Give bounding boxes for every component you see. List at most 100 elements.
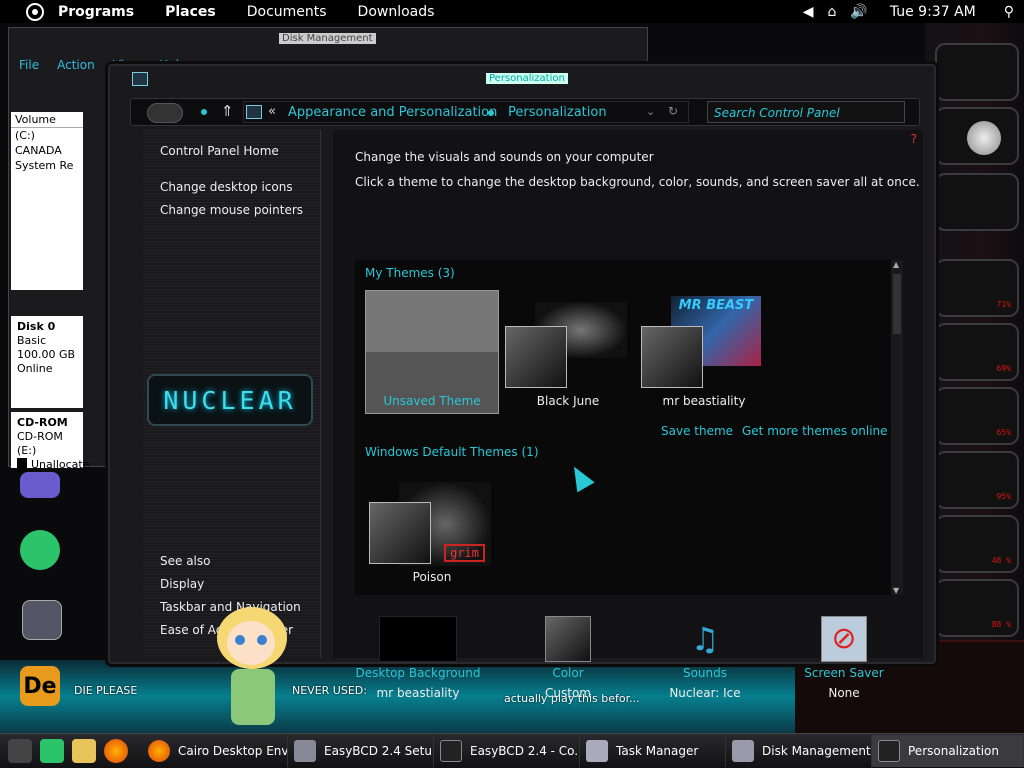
my-themes-heading[interactable]: My Themes (3) [365, 266, 455, 280]
menu-file[interactable]: File [19, 58, 39, 72]
theme-unsaved[interactable]: Unsaved Theme [365, 290, 499, 414]
vertical-scrollbar[interactable]: ▲ ▼ [891, 260, 903, 595]
color-tile[interactable]: Color Custom [503, 616, 633, 700]
desktop-widget-panel: 71% 69% 65% 95% 48 % 88 % [925, 23, 1024, 733]
theme-black-june[interactable]: Black June [501, 290, 635, 414]
breadcrumb[interactable]: « Appearance and Personalization Persona… [243, 101, 689, 123]
save-theme-link[interactable]: Save theme [661, 424, 733, 438]
breadcrumb-overflow[interactable]: « [268, 104, 276, 119]
network-icon[interactable]: ⌂ [827, 4, 836, 20]
window-title: Disk Management [279, 33, 376, 44]
control-panel-home-link[interactable]: Control Panel Home [160, 144, 279, 158]
breadcrumb-personalization[interactable]: Personalization [508, 105, 607, 120]
sounds-icon: ♫ [690, 620, 720, 658]
de-app-icon[interactable]: De [20, 666, 60, 706]
start-icon[interactable] [8, 739, 32, 763]
task-manager-icon [586, 740, 608, 762]
menu-action[interactable]: Action [57, 58, 95, 72]
personalization-window: Personalization ⇑ « Appearance and Perso… [108, 64, 936, 700]
widget-slot [935, 43, 1019, 101]
breadcrumb-separator-icon [488, 110, 494, 116]
tile-value: mr beastiality [376, 686, 460, 700]
screen-saver-tile[interactable]: ⊘ Screen Saver None [779, 616, 909, 700]
scroll-up-icon[interactable]: ▲ [893, 260, 899, 269]
clock[interactable]: Tue 9:37 AM [890, 4, 976, 20]
widget-readout: 71% [996, 300, 1011, 309]
chevron-down-icon[interactable]: ⌄ [646, 105, 655, 118]
theme-badge: grim [444, 544, 485, 562]
breadcrumb-appearance[interactable]: Appearance and Personalization [288, 105, 497, 120]
search-icon[interactable]: ⚲ [1004, 4, 1014, 20]
menu-places[interactable]: Places [165, 4, 216, 20]
recent-pages-icon[interactable] [201, 109, 207, 115]
menu-documents[interactable]: Documents [247, 4, 327, 20]
control-panel-icon [246, 105, 262, 119]
widget-slot: 48 % [935, 515, 1019, 573]
up-arrow-icon[interactable]: ⇑ [221, 102, 234, 120]
menu-downloads[interactable]: Downloads [358, 4, 435, 20]
disk-status: Online [17, 362, 53, 375]
change-mouse-pointers-link[interactable]: Change mouse pointers [160, 203, 303, 217]
taskbar-item-label: Disk Management [762, 744, 871, 758]
folder-icon[interactable] [72, 739, 96, 763]
logo-icon[interactable] [26, 2, 44, 21]
arrow-left-icon[interactable]: ◀ [803, 4, 814, 20]
taskbar-item-disk-management[interactable]: Disk Management [726, 735, 872, 767]
scrollbar-thumb[interactable] [893, 274, 901, 334]
volume-icon[interactable]: 🔊 [850, 4, 867, 20]
menu-programs[interactable]: Programs [58, 4, 134, 20]
desktop-background-icon [379, 616, 457, 662]
sidebar: Control Panel Home Change desktop icons … [143, 130, 321, 658]
column-header[interactable]: Volume [11, 112, 83, 128]
alien-icon [967, 121, 1001, 155]
list-item[interactable]: CANADA [11, 143, 83, 158]
theme-poison[interactable]: grim Poison [365, 478, 499, 590]
theme-label: mr beastiality [662, 394, 746, 408]
widget-slot: 88 % [935, 579, 1019, 637]
firefox-icon[interactable] [104, 739, 128, 763]
notes-app-icon[interactable] [20, 530, 60, 570]
list-item[interactable]: System Re [11, 158, 83, 173]
disk-name: Disk 0 [17, 320, 56, 333]
firefox-icon [148, 740, 170, 762]
change-desktop-icons-link[interactable]: Change desktop icons [160, 180, 293, 194]
widget-slot: 69% [935, 323, 1019, 381]
screen-saver-icon: ⊘ [821, 616, 867, 662]
search-box[interactable] [707, 101, 905, 123]
windows-default-themes-heading[interactable]: Windows Default Themes (1) [365, 445, 539, 459]
installer-icon [294, 740, 316, 762]
system-tray: ◀ ⌂ 🔊 Tue 9:37 AM ⚲ [803, 4, 1024, 20]
theme-label: Unsaved Theme [383, 394, 481, 408]
taskbar-item-label: EasyBCD 2.4 - Co... [470, 744, 580, 758]
help-icon[interactable]: ? [911, 132, 917, 146]
cdrom-drive: CD-ROM (E:) [17, 430, 63, 457]
notes-app-icon[interactable] [40, 739, 64, 763]
taskbar-item-personalization[interactable]: Personalization [872, 735, 1024, 767]
disk-type: Basic [17, 334, 47, 347]
search-input[interactable] [708, 103, 904, 123]
display-link[interactable]: Display [160, 577, 204, 591]
desktop-background-tile[interactable]: Desktop Background mr beastiality [353, 616, 483, 700]
taskbar-item-easybcd[interactable]: EasyBCD 2.4 - Co... [434, 735, 580, 767]
tile-label: Screen Saver [804, 666, 884, 680]
top-menubar: Programs Places Documents Downloads ◀ ⌂ … [0, 0, 1024, 23]
disk-icon [732, 740, 754, 762]
back-forward-button[interactable] [147, 103, 183, 123]
get-more-themes-link[interactable]: Get more themes online [742, 424, 888, 438]
folder-icon[interactable] [20, 472, 60, 498]
taskbar-item-task-manager[interactable]: Task Manager [580, 735, 726, 767]
scroll-down-icon[interactable]: ▼ [893, 586, 899, 595]
color-swatch-icon [545, 616, 591, 662]
taskbar-item-easybcd-setup[interactable]: EasyBCD 2.4 Setup [288, 735, 434, 767]
theme-mr-beastiality[interactable]: MR BEAST mr beastiality [637, 290, 771, 414]
sounds-tile[interactable]: ♫ Sounds Nuclear: Ice [640, 616, 770, 700]
list-item[interactable]: (C:) [11, 128, 83, 143]
taskbar-item-cairo[interactable]: Cairo Desktop Env... [142, 735, 288, 767]
windows-stack-icon[interactable] [22, 600, 62, 640]
disk0-panel[interactable]: Disk 0 Basic 100.00 GB Online [11, 316, 83, 408]
widget-readout: 69% [996, 364, 1011, 373]
refresh-icon[interactable]: ↻ [668, 104, 678, 118]
monitor-icon [132, 72, 148, 86]
cdrom-panel[interactable]: CD-ROM CD-ROM (E:) Unallocate [11, 412, 89, 472]
taskbar-item-label: Personalization [908, 744, 999, 758]
